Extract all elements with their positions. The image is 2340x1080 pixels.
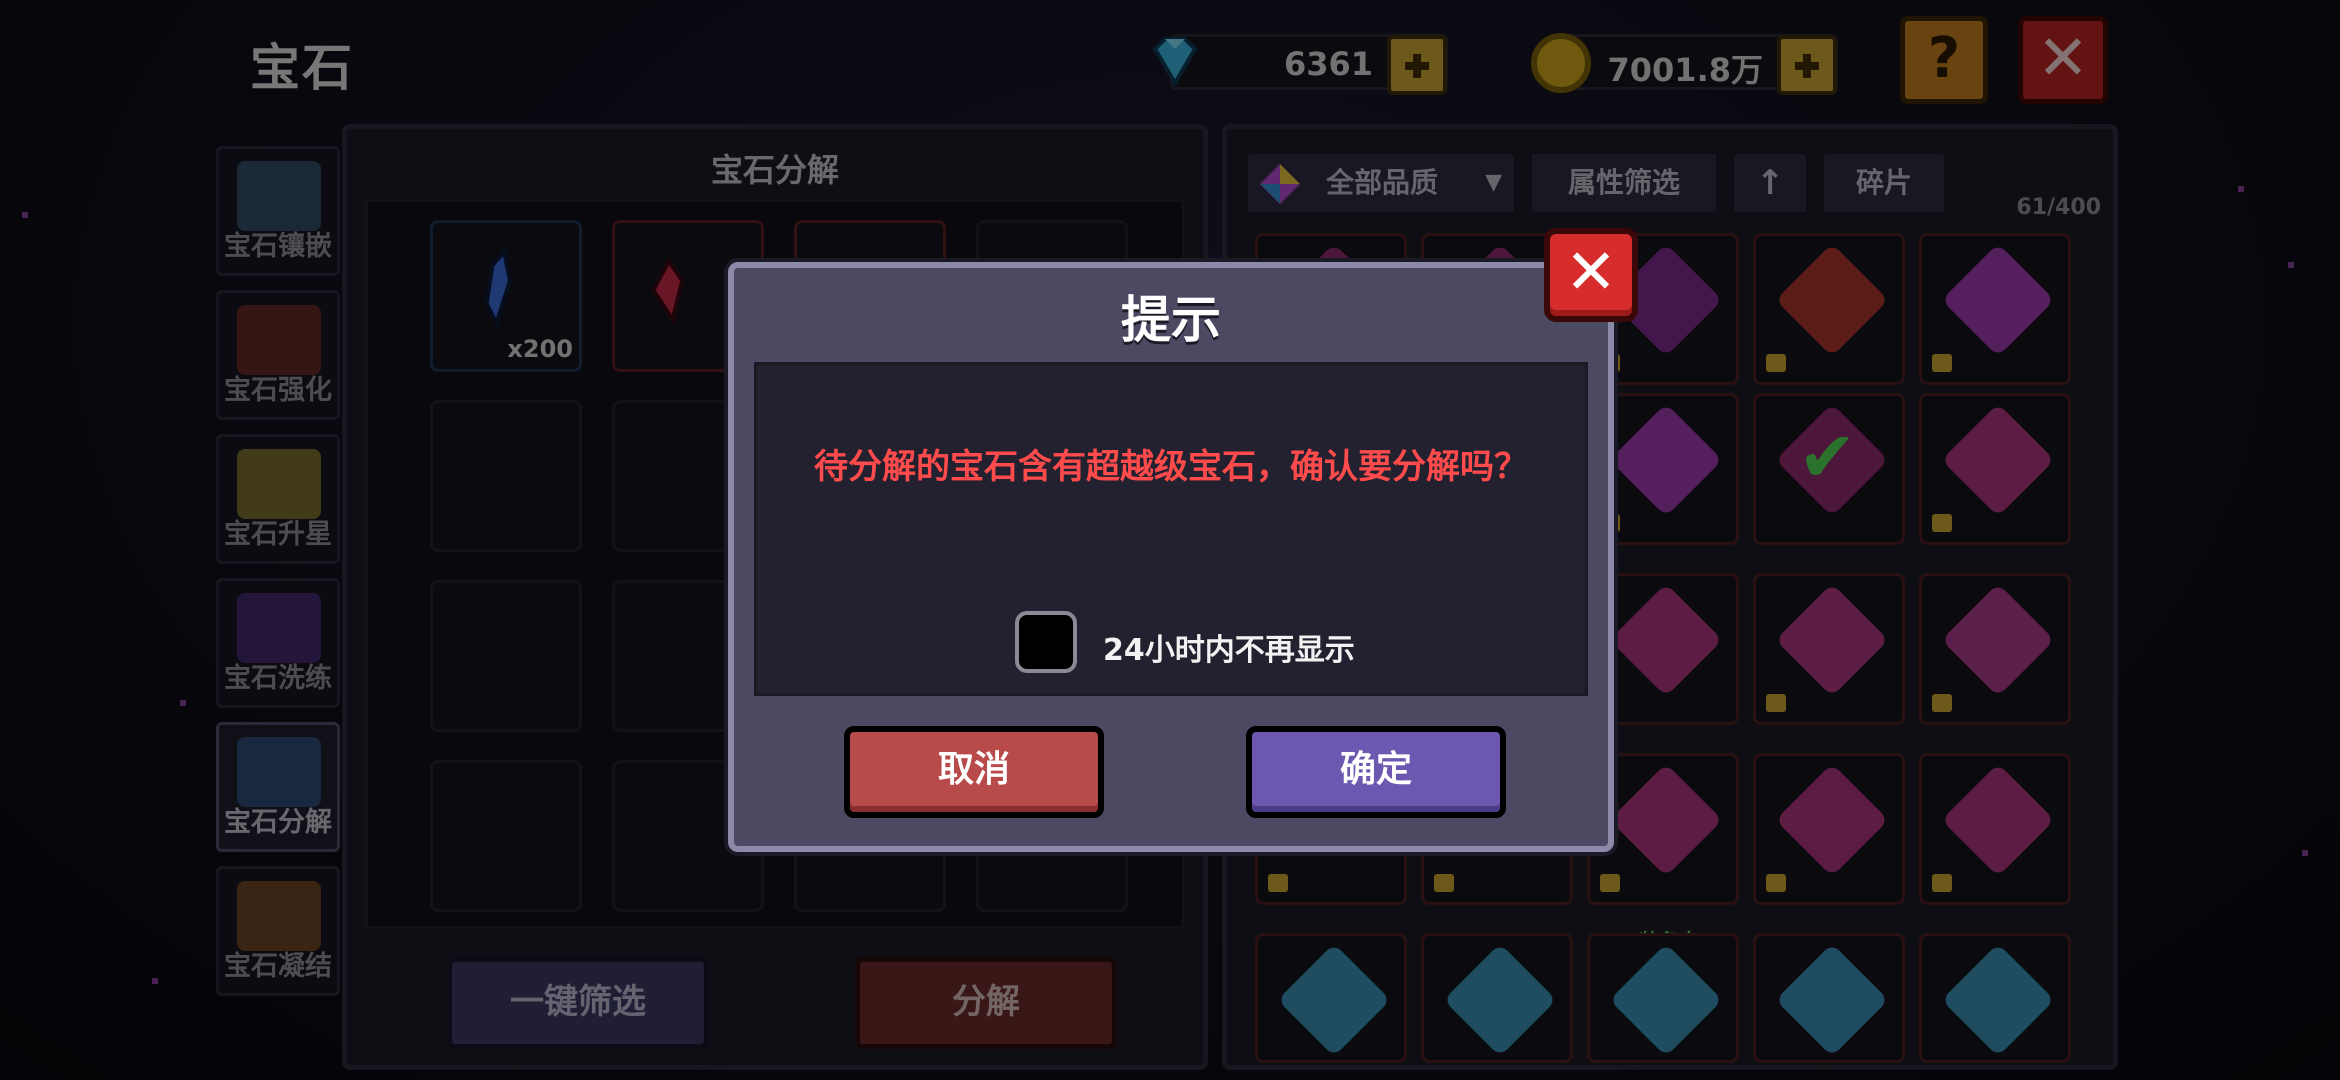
close-icon[interactable]: ✕: [1544, 228, 1638, 322]
dialog-title: 提示: [1121, 291, 1221, 349]
confirm-button[interactable]: 确定: [1246, 726, 1506, 818]
dont-show-checkbox[interactable]: [1015, 611, 1077, 673]
cancel-button[interactable]: 取消: [844, 726, 1104, 818]
confirm-dialog: 提示 待分解的宝石含有超越级宝石，确认要分解吗？ 24小时内不再显示 取消 确定: [728, 262, 1614, 852]
dialog-message: 待分解的宝石含有超越级宝石，确认要分解吗？: [814, 447, 1528, 487]
dialog-body: 待分解的宝石含有超越级宝石，确认要分解吗？ 24小时内不再显示: [754, 362, 1588, 696]
checkbox-label: 24小时内不再显示: [1103, 633, 1355, 668]
